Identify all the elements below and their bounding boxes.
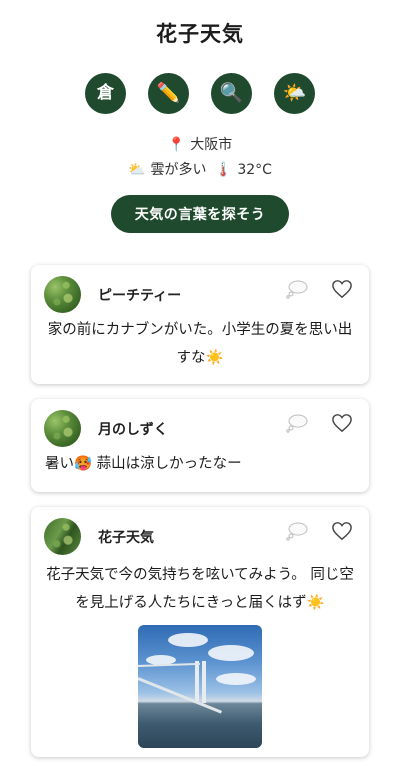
post-photo[interactable]: [138, 625, 262, 748]
photo-cloud: [168, 633, 208, 647]
toolbar: 倉 ✏️ 🔍 🌤️: [0, 73, 400, 114]
pencil-icon: ✏️: [156, 82, 181, 104]
username[interactable]: 花子天気: [98, 527, 154, 547]
thought-bubble-icon[interactable]: [285, 521, 309, 541]
username[interactable]: 月のしずく: [98, 419, 168, 439]
avatar[interactable]: [44, 518, 81, 555]
avatar[interactable]: [44, 410, 81, 447]
username[interactable]: ピーチティー: [98, 285, 181, 305]
heart-icon[interactable]: [331, 279, 353, 299]
search-button[interactable]: 🔍: [211, 73, 252, 114]
temperature: 32°C: [237, 162, 272, 178]
post-text: 暑い🥵 蒜山は涼しかったなー: [45, 456, 242, 472]
pin-icon: 📍: [167, 137, 186, 153]
heart-icon[interactable]: [331, 521, 353, 541]
warehouse-icon: 倉: [97, 83, 114, 103]
post-text: 花子天気で今の気持ちを呟いてみよう。 同じ空を見上げる人たちにきっと届くはず☀️: [46, 567, 354, 611]
pencil-button[interactable]: ✏️: [148, 73, 189, 114]
sun-behind-cloud-icon: 🌤️: [282, 82, 307, 104]
bridge-deck: [138, 677, 223, 714]
search-icon: 🔍: [219, 82, 244, 104]
city-name: 大阪市: [190, 137, 233, 153]
cloudy-icon: ⛅: [128, 162, 146, 178]
app-title: 花子天気: [156, 22, 244, 46]
bridge-tower: [195, 661, 199, 703]
heart-icon[interactable]: [331, 413, 353, 433]
post-card: 月のしずく 暑い🥵 蒜山は涼しかったなー: [31, 399, 369, 492]
warehouse-button[interactable]: 倉: [85, 73, 126, 114]
bridge-tower: [202, 661, 206, 703]
thought-bubble-icon[interactable]: [285, 413, 309, 433]
explore-weather-words-button[interactable]: 天気の言葉を探そう: [111, 195, 289, 233]
post-card: 花子天気 花子天気で今の気持ちを呟いてみよう。 同じ空を見上げる人たちにきっと届…: [31, 507, 369, 757]
photo-cloud: [216, 673, 256, 685]
post-text: 家の前にカナブンがいた。小学生の夏を思い出すな☀️: [47, 322, 353, 366]
weather-button[interactable]: 🌤️: [274, 73, 315, 114]
post-card: ピーチティー 家の前にカナブンがいた。小学生の夏を思い出すな☀️: [31, 265, 369, 384]
location: 📍 大阪市: [0, 134, 400, 154]
weather-condition: 雲が多い: [150, 162, 207, 178]
avatar[interactable]: [44, 276, 81, 313]
weather-summary: ⛅ 雲が多い 🌡️ 32°C: [0, 159, 400, 179]
bridge-deck: [138, 662, 200, 667]
photo-cloud: [208, 645, 254, 661]
thought-bubble-icon[interactable]: [285, 279, 309, 299]
thermometer-icon: 🌡️: [214, 162, 233, 178]
